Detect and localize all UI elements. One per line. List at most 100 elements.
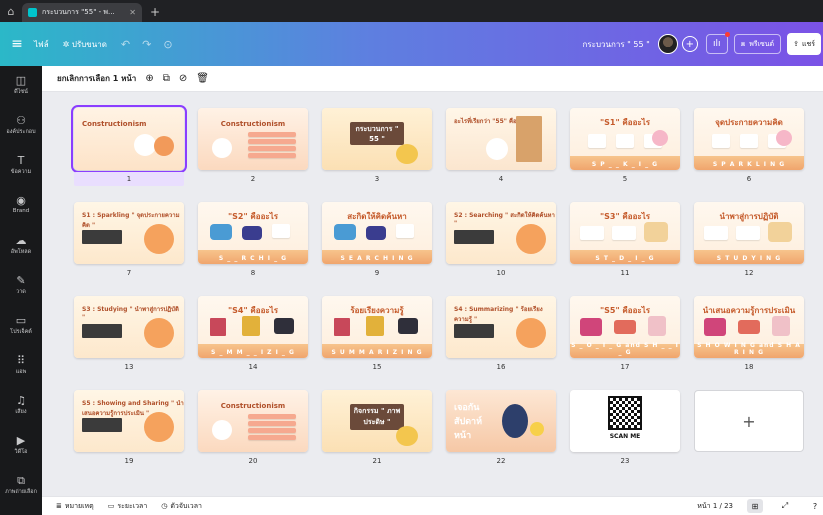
deselect-pages-button[interactable]: ยกเลิกการเลือก 1 หน้า (57, 72, 136, 85)
slide-thumbnail[interactable]: กระบวนการ " 55 " (322, 108, 432, 170)
add-page-icon[interactable]: ⊕ (145, 73, 153, 84)
graduation-cap-icon (274, 318, 294, 334)
page-number: 6 (746, 175, 752, 183)
sidebar-item-6[interactable]: ▭ โปรเจ็คต์ (0, 314, 42, 336)
slide-thumbnail[interactable]: S4 : Summarizing " ร้อยเรียงความรู้ " (446, 296, 556, 358)
slide-thumbnail[interactable]: "S3" คืออะไร S T _ D _ I _ G (570, 202, 680, 264)
slide-thumbnail[interactable]: "S2" คืออะไร S _ _ R C H I _ G (198, 202, 308, 264)
slide-title: Constructionism (82, 120, 147, 128)
sidebar-item-label: อัพโหลด (10, 249, 32, 255)
list-row (248, 428, 296, 433)
sidebar-item-9[interactable]: ▶ วิดีโอ (0, 434, 42, 456)
sidebar-item-label: องค์ประกอบ (6, 129, 36, 135)
sidebar-item-1[interactable]: ⚇ องค์ประกอบ (0, 114, 42, 136)
grid-view-icon[interactable]: ⊞ (747, 499, 763, 513)
main-menu-icon[interactable]: ≡ (0, 36, 34, 52)
add-collaborator-button[interactable]: + (681, 36, 698, 52)
image-card (712, 134, 730, 148)
bunny-illustration-icon (134, 134, 156, 156)
sidebar-item-7[interactable]: ⠿ แอพ (0, 354, 42, 376)
page-number: 12 (744, 269, 754, 277)
close-tab-icon[interactable]: ✕ (129, 8, 136, 17)
sidebar-item-icon: ⧉ (17, 474, 25, 487)
duplicate-page-icon[interactable]: ⧉ (163, 73, 170, 84)
canva-favicon-icon (28, 8, 37, 17)
page-number: 1 (74, 172, 184, 186)
slide-thumbnail[interactable]: "S5" คืออะไร S _ O _ I _ G and S H _ _ I … (570, 296, 680, 358)
sidebar-item-0[interactable]: ◫ ดีไซน์ (0, 74, 42, 96)
share-icon: ⇪ (793, 40, 799, 48)
classroom-photo (454, 324, 494, 338)
slide-thumbnail[interactable]: Constructionism (198, 108, 308, 170)
slide-thumbnail[interactable]: Constructionism (198, 390, 308, 452)
slide-thumbnail[interactable]: S3 : Studying " นำพาสู่การปฏิบัติ " (74, 296, 184, 358)
sidebar-item-4[interactable]: ☁ อัพโหลด (0, 234, 42, 256)
page-number: 14 (248, 363, 258, 371)
notes-button[interactable]: ≣ หมายเหตุ (56, 501, 94, 512)
slide-thumbnail[interactable]: สะกิดให้คิดค้นหา S E A R C H I N G (322, 202, 432, 264)
page-number: 19 (124, 457, 134, 465)
slide-thumbnail[interactable]: "S4" คืออะไร S _ M M _ _ I Z I _ G (198, 296, 308, 358)
resize-button[interactable]: ✲ ปรับขนาด (63, 38, 107, 51)
analytics-button[interactable]: ılı (705, 32, 730, 54)
sidebar-item-10[interactable]: ⧉ ภาพถ่ายเลือก (0, 474, 42, 496)
timer-button[interactable]: ◷ ตัวจับเวลา (161, 501, 202, 512)
fullscreen-icon[interactable]: ⤢ (777, 499, 793, 513)
slide-thumbnail[interactable]: อะไรที่เรียกว่า "55" คืออะไร ? (446, 108, 556, 170)
page-number: 8 (250, 269, 256, 277)
duration-button[interactable]: ▭ ระยะเวลา (108, 501, 148, 512)
file-menu[interactable]: ไฟล์ (34, 38, 49, 51)
add-page-button[interactable]: + (694, 390, 804, 452)
page-number: 13 (124, 363, 134, 371)
slide-keyword: S H O W I N G and S H A R I N G (697, 342, 801, 356)
slide-title: กระบวนการ " 55 " (350, 122, 404, 145)
user-avatar[interactable] (657, 34, 678, 54)
slide-thumbnail[interactable]: S5 : Showing and Sharing " นำเสนอความรู้… (74, 390, 184, 452)
hide-page-icon[interactable]: ⊘ (179, 73, 187, 84)
teacher-icon (772, 316, 790, 336)
penguin-illustration-icon (502, 404, 528, 438)
word-card (704, 226, 728, 240)
slide-thumbnail[interactable]: S2 : Searching " สะกิดให้คิดค้นหา " (446, 202, 556, 264)
home-icon[interactable]: ⌂ (0, 0, 22, 22)
sidebar-item-label: เสียง (15, 409, 27, 415)
slide-thumbnail[interactable]: นำเสนอความรู้การประเมิน S H O W I N G and… (694, 296, 804, 358)
page-indicator[interactable]: หน้า 1 / 23 (697, 501, 733, 512)
slide-thumbnail[interactable]: เจอกัน สัปดาห์หน้า (446, 390, 556, 452)
share-button[interactable]: ⇪ แชร์ (787, 33, 821, 55)
slide-title: Constructionism (220, 402, 286, 410)
bicycle-icon (614, 320, 636, 334)
redo-icon[interactable]: ↷ (142, 38, 151, 51)
page-grid: Constructionism 1 Constructionism 2 กระบวนกา… (42, 92, 823, 496)
slide-title: Constructionism (220, 120, 286, 128)
slide-keyword: S P _ _ K _ I _ G (591, 161, 659, 168)
character-illustration-icon (776, 130, 792, 146)
analytics-icon: ılı (713, 39, 721, 49)
slide-thumbnail[interactable]: จุดประกายความคิด S P A R K L I N G (694, 108, 804, 170)
help-icon[interactable]: ? (807, 499, 823, 513)
browser-tab[interactable]: กระบวนการ "55" - พ... ✕ (22, 3, 142, 22)
notification-dot (724, 32, 730, 37)
undo-icon[interactable]: ↶ (121, 38, 130, 51)
slide-thumbnail[interactable]: Constructionism (71, 105, 187, 173)
sidebar-item-3[interactable]: ◉ Brand (0, 194, 42, 214)
slide-thumbnail[interactable]: นำพาสู่การปฏิบัติ S T U D Y I N G (694, 202, 804, 264)
slide-thumbnail[interactable]: "S1" คืออะไร S P _ _ K _ I _ G (570, 108, 680, 170)
sidebar-item-8[interactable]: ♫ เสียง (0, 394, 42, 416)
character-illustration-icon (396, 426, 418, 446)
sidebar-item-icon: ▶ (16, 434, 26, 447)
sidebar-item-5[interactable]: ✎ วาด (0, 274, 42, 296)
slide-thumbnail[interactable]: S1 : Sparkling " จุดประกายความคิด " (74, 202, 184, 264)
new-tab-button[interactable]: + (142, 5, 168, 22)
page-number: 20 (248, 457, 258, 465)
delete-page-icon[interactable]: 🗑 (196, 73, 209, 84)
people-illustration-icon (644, 222, 668, 242)
people-illustration-icon (768, 222, 792, 242)
list-row (248, 146, 296, 151)
present-button[interactable]: ⧈ พรีเซนต์ (733, 34, 782, 54)
slide-thumbnail[interactable]: ร้อยเรียงความรู้ S U M M A R I Z I N G (322, 296, 432, 358)
slide-thumbnail[interactable]: กิจกรรม " ภาพประดิษ " (322, 390, 432, 452)
document-title[interactable]: กระบวนการ " 55 " (583, 38, 650, 51)
slide-thumbnail[interactable]: SCAN ME (570, 390, 680, 452)
sidebar-item-2[interactable]: T ข้อความ (0, 154, 42, 176)
